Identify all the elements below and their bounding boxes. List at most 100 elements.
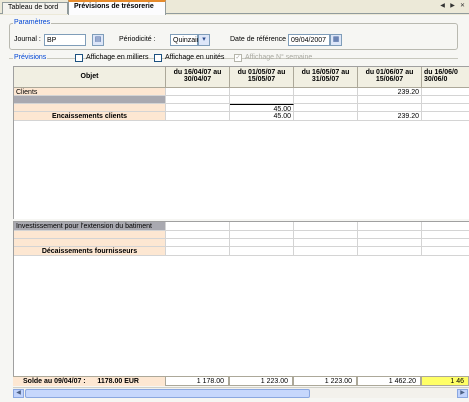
table-row [14,231,469,239]
solde-row: Solde au 09/04/07 : 1178.00 EUR 1 178.00… [13,376,469,386]
grid-cell[interactable] [358,247,422,256]
grid-cell[interactable] [230,231,294,239]
grid-cell[interactable] [422,104,469,112]
horizontal-scrollbar[interactable]: ◀ ▶ [13,387,469,398]
period-header-line: du 16/06/0 [424,69,458,76]
tab-scroll-right-icon[interactable]: ▶ [448,2,457,11]
grid-cell[interactable] [294,239,358,247]
unites-checkbox[interactable] [154,54,162,62]
period-column-header[interactable]: du 16/05/07 au 31/05/07 [294,67,358,88]
grid-cell[interactable] [422,239,469,247]
journal-lookup-icon[interactable]: ▤ [92,34,104,46]
disbursements-grid: Investissement pour l'extension du batim… [13,221,469,376]
grid-cell[interactable] [358,239,422,247]
grid-cell[interactable]: 45.00 [230,112,294,121]
table-row [14,96,469,104]
table-row: Clients 239.20 [14,88,469,96]
grid-cell[interactable] [230,239,294,247]
blank-label-cell[interactable] [14,96,166,104]
journal-label: Journal : [14,36,41,43]
grid-cell[interactable] [358,222,422,231]
balance-cell[interactable]: 1 223.00 [229,376,293,386]
grid-cell[interactable] [294,112,358,121]
grid-cell[interactable] [358,231,422,239]
grid-cell[interactable] [166,247,230,256]
grid-cell[interactable] [358,96,422,104]
grid-cell[interactable] [422,231,469,239]
blank-label-cell[interactable] [14,104,166,112]
grid-cell[interactable] [230,96,294,104]
period-header-line: 30/06/0 [424,76,448,83]
scroll-left-icon[interactable]: ◀ [13,389,24,398]
balance-cell-highlighted[interactable]: 1 46 [421,376,469,386]
parameters-group: Paramètres Journal : BP ▤ Périodicité : … [9,19,458,50]
investissement-label[interactable]: Investissement pour l'extension du batim… [14,222,166,231]
table-row: Encaissements clients 45.00 239.20 [14,112,469,121]
grid-cell[interactable] [294,231,358,239]
grid-cell[interactable]: 239.20 [358,88,422,96]
balance-cell[interactable]: 1 223.00 [293,376,357,386]
semaine-checkbox[interactable]: ✓ [234,54,242,62]
period-column-header[interactable]: du 01/06/07 au 15/06/07 [358,67,422,88]
period-header-line: du 16/05/07 au [301,69,350,76]
grid-cell[interactable] [230,88,294,96]
period-header-line: 15/05/07 [247,76,276,83]
grid-cell[interactable] [166,112,230,121]
decaissements-total-label[interactable]: Décaissements fournisseurs [14,247,166,256]
grid-cell[interactable] [422,222,469,231]
tab-strip: Tableau de bord Prévisions de trésorerie… [0,0,469,15]
grid-cell[interactable] [230,222,294,231]
grid-cell[interactable] [422,247,469,256]
grid-cell[interactable] [166,231,230,239]
table-row: Investissement pour l'extension du batim… [14,222,469,231]
period-column-header[interactable]: du 16/06/0 30/06/0 [422,67,469,88]
solde-value: 1178.00 EUR [97,378,139,385]
solde-label-text: Solde au 09/04/07 : [23,378,86,385]
scroll-right-icon[interactable]: ▶ [457,389,468,398]
grid-cell[interactable] [422,88,469,96]
grid-cell[interactable]: 239.20 [358,112,422,121]
date-reference-field[interactable]: 09/04/2007 [288,34,330,46]
milliers-checkbox[interactable] [75,54,83,62]
tab-scroll-left-icon[interactable]: ◀ [438,2,447,11]
grid-cell[interactable] [294,96,358,104]
grid-cell[interactable] [422,112,469,121]
grid-cell[interactable] [166,88,230,96]
calendar-icon[interactable]: ▦ [330,34,342,46]
grid-cell[interactable] [294,247,358,256]
period-column-header[interactable]: du 16/04/07 au 30/04/07 [166,67,230,88]
grid-cell[interactable] [294,222,358,231]
blank-label-cell[interactable] [14,239,166,247]
grid-cell[interactable] [166,239,230,247]
chevron-down-icon[interactable]: ▾ [198,34,210,46]
grid-cell[interactable] [294,88,358,96]
unites-label: Affichage en unités [165,54,225,61]
grid-cell[interactable] [230,247,294,256]
solde-label: Solde au 09/04/07 : 1178.00 EUR [13,376,165,386]
scrollbar-thumb[interactable] [25,389,310,398]
period-header-line: du 16/04/07 au [173,69,222,76]
periodicite-select[interactable]: Quinzaine [170,34,205,46]
grid-cell[interactable] [166,222,230,231]
grid-cell[interactable] [358,104,422,112]
object-column-header[interactable]: Objet [14,67,166,88]
blank-label-cell[interactable] [14,231,166,239]
clients-label[interactable]: Clients [14,88,166,96]
tab-tableau-de-bord[interactable]: Tableau de bord [2,2,68,14]
balance-cell[interactable]: 1 462.20 [357,376,421,386]
journal-field[interactable]: BP [44,34,86,46]
grid-cell[interactable] [422,96,469,104]
grid-cell[interactable] [166,104,230,112]
tab-previsions-tresorerie[interactable]: Prévisions de trésorerie [68,0,166,15]
period-header-line: 15/06/07 [375,76,404,83]
encaissements-total-label[interactable]: Encaissements clients [14,112,166,121]
close-icon[interactable]: ✕ [458,2,467,11]
period-column-header[interactable]: du 01/05/07 au 15/05/07 [230,67,294,88]
balance-cell[interactable]: 1 178.00 [165,376,229,386]
date-reference-label: Date de référence : [230,36,290,43]
previsions-legend: Prévisions [13,54,48,61]
grid-cell[interactable] [294,104,358,112]
grid-cell[interactable]: 45.00 [230,104,294,112]
period-header-line: 31/05/07 [311,76,340,83]
grid-cell[interactable] [166,96,230,104]
